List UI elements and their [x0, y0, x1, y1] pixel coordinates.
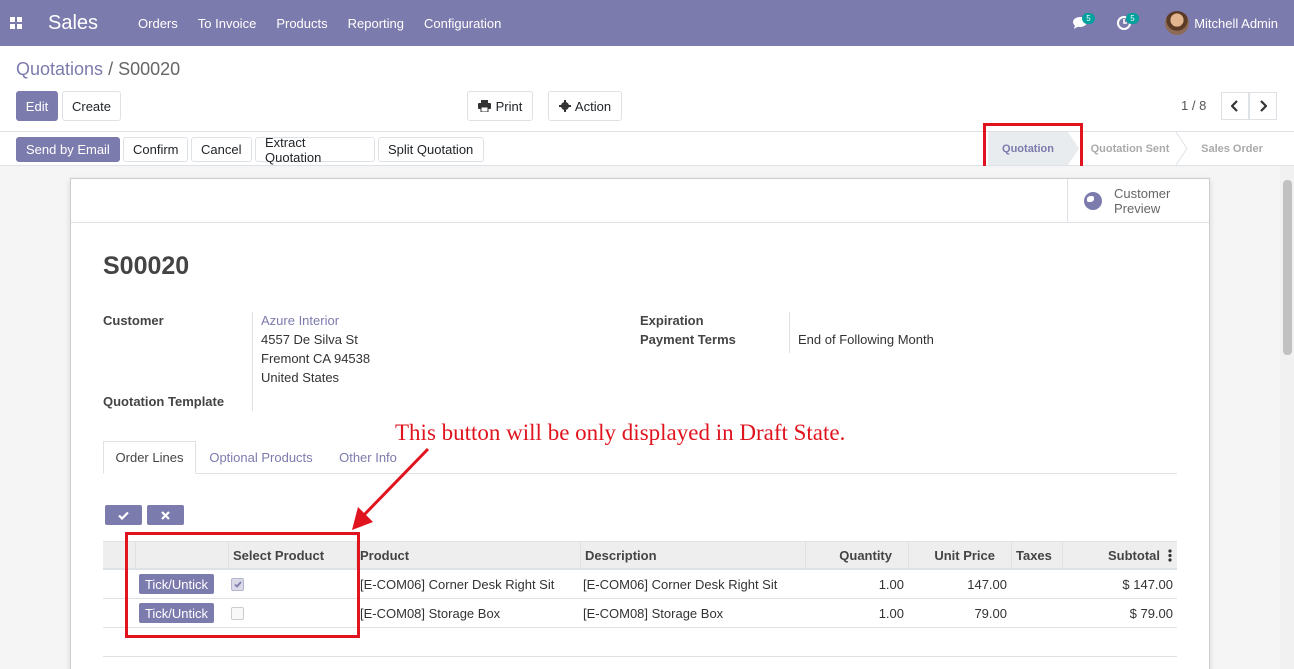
- order-name: S00020: [103, 252, 190, 280]
- breadcrumb-separator: /: [108, 59, 114, 79]
- avatar: [1165, 11, 1190, 35]
- address-line-1: 4557 De Silva St: [261, 332, 358, 347]
- quotation-template-label: Quotation Template: [103, 394, 225, 409]
- cancel-button[interactable]: Cancel: [191, 137, 252, 162]
- cell-taxes: [1015, 570, 1060, 599]
- stage-sales-order[interactable]: Sales Order: [1190, 132, 1274, 165]
- deselect-all-button[interactable]: [147, 505, 184, 525]
- breadcrumb-current: S00020: [118, 59, 181, 79]
- globe-icon: [1084, 192, 1102, 210]
- address-line-3: United States: [261, 370, 340, 385]
- cell-product: [E-COM06] Corner Desk Right Sit: [360, 577, 555, 592]
- action-button[interactable]: Action: [548, 91, 622, 121]
- payment-terms-value[interactable]: End of Following Month: [798, 332, 934, 347]
- gear-icon: [558, 100, 571, 112]
- notebook-tabs: Order Lines Optional Products Other Info: [103, 441, 1177, 474]
- create-button[interactable]: Create: [62, 91, 121, 121]
- expiration-label: Expiration: [640, 313, 704, 328]
- chevron-left-icon: [1231, 100, 1238, 112]
- split-quotation-button[interactable]: Split Quotation: [378, 137, 484, 162]
- customer-preview-button[interactable]: Customer Preview: [1067, 179, 1209, 223]
- customer-label: Customer: [103, 313, 164, 328]
- button-box: Customer Preview: [71, 179, 1209, 223]
- app-name[interactable]: Sales: [48, 12, 98, 35]
- user-menu[interactable]: Mitchell Admin: [1165, 11, 1278, 35]
- cell-unit-price: 79.00: [974, 606, 1007, 621]
- customer-link[interactable]: Azure Interior: [261, 313, 339, 328]
- messages-menu[interactable]: 5: [1063, 0, 1097, 46]
- confirm-button[interactable]: Confirm: [123, 137, 188, 162]
- cell-subtotal: $ 79.00: [1129, 606, 1173, 621]
- activities-menu[interactable]: 5: [1107, 0, 1141, 46]
- menu-item-reporting[interactable]: Reporting: [338, 16, 414, 31]
- menu-item-orders[interactable]: Orders: [128, 16, 188, 31]
- print-icon: [477, 100, 491, 112]
- field-separator: [789, 312, 790, 353]
- column-product[interactable]: Product: [356, 542, 581, 569]
- menu-item-to-invoice[interactable]: To Invoice: [188, 16, 267, 31]
- payment-terms-label: Payment Terms: [640, 332, 736, 347]
- select-all-button[interactable]: [105, 505, 142, 525]
- scrollbar[interactable]: [1280, 166, 1294, 669]
- annotation-arrow: [352, 447, 430, 530]
- cell-description: [E-COM08] Storage Box: [583, 606, 724, 621]
- scrollbar-thumb[interactable]: [1283, 180, 1292, 355]
- main-menu: Orders To Invoice Products Reporting Con…: [128, 16, 511, 31]
- customer-preview-line-2: Preview: [1114, 201, 1161, 216]
- column-quantity[interactable]: Quantity: [805, 542, 909, 569]
- stage-arrow: [1176, 132, 1188, 165]
- print-button[interactable]: Print: [467, 91, 533, 121]
- cell-quantity: 1.00: [878, 577, 904, 592]
- cell-unit-price: 147.00: [967, 577, 1007, 592]
- highlight-select-product: [125, 532, 360, 638]
- tab-order-lines[interactable]: Order Lines: [103, 441, 196, 474]
- statusbar: Send by Email Confirm Cancel Extract Quo…: [0, 131, 1294, 166]
- close-icon: [161, 510, 170, 520]
- breadcrumb: Quotations / S00020: [16, 59, 180, 80]
- cell-quantity: 1.00: [878, 606, 904, 621]
- cell-subtotal: $ 147.00: [1122, 577, 1173, 592]
- tab-optional-products[interactable]: Optional Products: [199, 441, 323, 474]
- address-line-2: Fremont CA 94538: [261, 351, 371, 366]
- menu-item-products[interactable]: Products: [266, 16, 337, 31]
- top-navbar: Sales Orders To Invoice Products Reporti…: [0, 0, 1294, 46]
- column-description[interactable]: Description: [580, 542, 805, 569]
- column-taxes[interactable]: Taxes: [1011, 542, 1063, 569]
- print-label: Print: [495, 98, 523, 114]
- pager-next[interactable]: [1249, 92, 1277, 120]
- action-label: Action: [574, 98, 612, 114]
- customer-preview-line-1: Customer: [1114, 186, 1171, 201]
- menu-item-configuration[interactable]: Configuration: [414, 16, 511, 31]
- optional-columns-icon[interactable]: [1168, 549, 1172, 562]
- cell-description: [E-COM06] Corner Desk Right Sit: [583, 577, 778, 592]
- messages-badge: 5: [1082, 13, 1095, 24]
- user-name: Mitchell Admin: [1194, 15, 1278, 31]
- field-separator: [252, 312, 253, 411]
- check-icon: [118, 511, 129, 520]
- chevron-right-icon: [1260, 100, 1267, 112]
- column-subtotal[interactable]: Subtotal: [1062, 542, 1177, 569]
- systray: 5 5 Mitchell Admin: [1063, 0, 1278, 46]
- breadcrumb-quotations[interactable]: Quotations: [16, 59, 103, 79]
- edit-button[interactable]: Edit: [16, 91, 58, 121]
- cell-taxes: [1015, 599, 1060, 628]
- extract-quotation-button[interactable]: Extract Quotation: [255, 135, 375, 165]
- stage-quotation-sent[interactable]: Quotation Sent: [1082, 132, 1178, 165]
- highlight-quotation-stage: [983, 123, 1083, 171]
- table-footer-divider: [103, 656, 1177, 657]
- column-unit-price[interactable]: Unit Price: [908, 542, 1012, 569]
- send-by-email-button[interactable]: Send by Email: [16, 137, 120, 162]
- pager-value[interactable]: 1 / 8: [1181, 98, 1206, 113]
- cell-product: [E-COM08] Storage Box: [360, 606, 501, 621]
- apps-menu-icon[interactable]: [0, 0, 32, 46]
- activities-badge: 5: [1126, 13, 1139, 24]
- pager-previous[interactable]: [1221, 92, 1249, 120]
